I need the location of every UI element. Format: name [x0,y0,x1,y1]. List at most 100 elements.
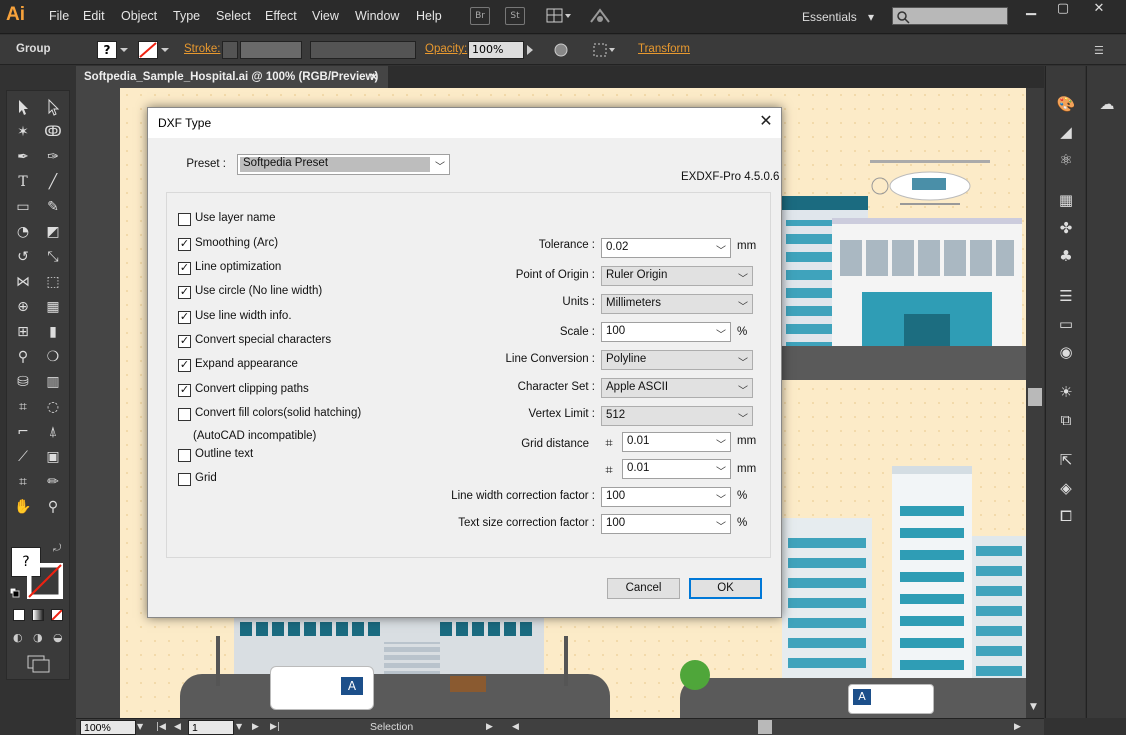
default-colors-icon[interactable] [9,587,20,598]
symbol-sprayer-icon[interactable]: ⛁ [13,372,33,392]
previous-artboard-icon[interactable]: ◀ [174,722,181,732]
checkbox-box[interactable]: ✓ [178,238,191,251]
stock-button[interactable]: St [505,7,525,25]
arrange-documents-icon[interactable] [546,7,572,25]
curvature-tool-icon[interactable]: ✑ [43,147,63,167]
fill-swatch[interactable]: ? [97,41,117,59]
zoom-field[interactable]: 100% [80,720,136,735]
tolerance-input[interactable]: 0.02 ﹀ [601,238,731,258]
grid-distance-y-input[interactable]: 0.01 ﹀ [622,459,731,479]
gradient-panel-icon[interactable]: ▭ [1056,314,1076,334]
gradient-mode-icon[interactable] [32,609,44,621]
draw-behind-icon[interactable]: ◑ [33,631,47,645]
checkbox-box[interactable]: ✓ [178,335,191,348]
screen-mode-icon[interactable] [27,655,51,673]
transform-link[interactable]: Transform [638,43,690,55]
checkbox-box[interactable]: ✓ [178,262,191,275]
menu-window[interactable]: Window [355,9,399,23]
artboard-tool-icon[interactable]: ⌗ [13,397,33,417]
menu-view[interactable]: View [312,9,339,23]
close-window-icon[interactable]: ✕ [1086,2,1112,18]
swap-colors-icon[interactable]: ⤾ [53,543,65,555]
mesh-tool-icon[interactable]: ⊞ [13,322,33,342]
gpu-performance-icon[interactable] [588,6,612,26]
layers-icon[interactable]: ◈ [1056,478,1076,498]
horizontal-scroll-thumb[interactable] [758,720,772,734]
chevron-down-icon[interactable]: ▼ [236,722,242,731]
stroke-swatch[interactable] [138,41,158,59]
transparency-icon[interactable]: ◉ [1056,342,1076,362]
chevron-down-icon[interactable]: ▼ [137,722,147,732]
none-mode-icon[interactable] [51,609,63,621]
line-conversion-select[interactable]: Polyline ﹀ [601,350,753,370]
artboards-icon[interactable]: ⧠ [1056,506,1076,526]
knife-icon[interactable]: ⟋ [13,447,33,467]
point-of-origin-select[interactable]: Ruler Origin ﹀ [601,266,753,286]
opacity-label[interactable]: Opacity: [425,43,467,55]
pencil-icon[interactable]: ✏ [43,472,63,492]
first-artboard-icon[interactable]: |◀ [156,722,166,732]
chevron-down-icon[interactable] [160,44,170,54]
preset-select[interactable]: Softpedia Preset ﹀ [237,154,450,175]
cancel-button[interactable]: Cancel [607,578,680,599]
checkbox-box[interactable] [178,408,191,421]
paintbrush-icon[interactable]: ✎ [43,197,63,217]
chevron-right-icon[interactable] [525,44,535,56]
workspace-switcher[interactable]: Essentials ▾ [802,10,874,24]
vertex-limit-select[interactable]: 512 ﹀ [601,406,753,426]
scale-input[interactable]: 100 ﹀ [601,322,731,342]
checkbox-box[interactable]: ✓ [178,359,191,372]
chevron-down-icon[interactable] [119,44,129,54]
lasso-icon[interactable]: ↂ [43,122,63,142]
scroll-left-icon[interactable]: ◀ [512,722,519,732]
pen-tool-icon[interactable]: ✒ [13,147,33,167]
eraser-icon[interactable]: ◩ [43,222,63,242]
shape-builder-icon[interactable]: ⊕ [13,297,33,317]
draw-inside-icon[interactable]: ◒ [53,631,67,645]
vertical-scrollbar[interactable]: ▼ [1026,88,1044,718]
grid-distance-x-input[interactable]: 0.01 ﹀ [622,432,731,452]
checkbox-box[interactable] [178,473,191,486]
print-tiling-icon[interactable]: ▣ [43,447,63,467]
close-icon[interactable]: ✕ [756,112,776,132]
bridge-button[interactable]: Br [470,7,490,25]
scroll-right-icon[interactable]: ▶ [1014,722,1021,732]
maximize-icon[interactable]: ▢ [1050,2,1076,18]
magic-wand-icon[interactable]: ✶ [13,122,33,142]
symbols-icon[interactable]: ✤ [1056,218,1076,238]
line-tool-icon[interactable]: ╱ [43,172,63,192]
checkbox-box[interactable] [178,449,191,462]
checkbox-box[interactable]: ✓ [178,286,191,299]
rotate-tool-icon[interactable]: ↺ [13,247,33,267]
search-input[interactable] [892,7,1008,25]
anchor-point-icon[interactable]: ⍋ [43,422,63,442]
menu-edit[interactable]: Edit [83,9,105,23]
width-tool-icon[interactable]: ⋈ [13,272,33,292]
scale-tool-icon[interactable]: ⤡ [43,247,63,267]
checkbox-box[interactable]: ✓ [178,384,191,397]
stroke-label[interactable]: Stroke: [184,43,220,55]
type-tool-icon[interactable]: T [13,172,33,192]
selection-tool-icon[interactable] [13,97,33,117]
color-guide-icon[interactable]: ◢ [1056,122,1076,142]
zoom-tool-icon[interactable]: ⚲ [43,497,63,517]
text-size-factor-input[interactable]: 100 ﹀ [601,514,731,534]
crop-icon[interactable]: ⌗ [13,472,33,492]
status-menu-icon[interactable]: ▶ [486,722,493,732]
units-select[interactable]: Millimeters ﹀ [601,294,753,314]
stroke-weight-field[interactable] [240,41,302,59]
draw-normal-icon[interactable]: ◐ [13,631,27,645]
corner-widget-icon[interactable]: ⌐ [13,422,33,442]
export-icon[interactable]: ⇱ [1056,450,1076,470]
swatches-icon[interactable]: ⚛ [1056,150,1076,170]
graphic-styles-2-icon[interactable]: ⧉ [1056,410,1076,430]
checkbox-box[interactable]: ✓ [178,311,191,324]
stroke-panel-icon[interactable]: ☰ [1056,286,1076,306]
menu-object[interactable]: Object [121,9,157,23]
menu-select[interactable]: Select [216,9,251,23]
stroke-color-box[interactable] [26,562,64,600]
menu-effect[interactable]: Effect [265,9,297,23]
align-options-icon[interactable] [593,42,617,58]
gradient-tool-icon[interactable]: ▮ [43,322,63,342]
scroll-down-icon[interactable]: ▼ [1030,702,1040,712]
